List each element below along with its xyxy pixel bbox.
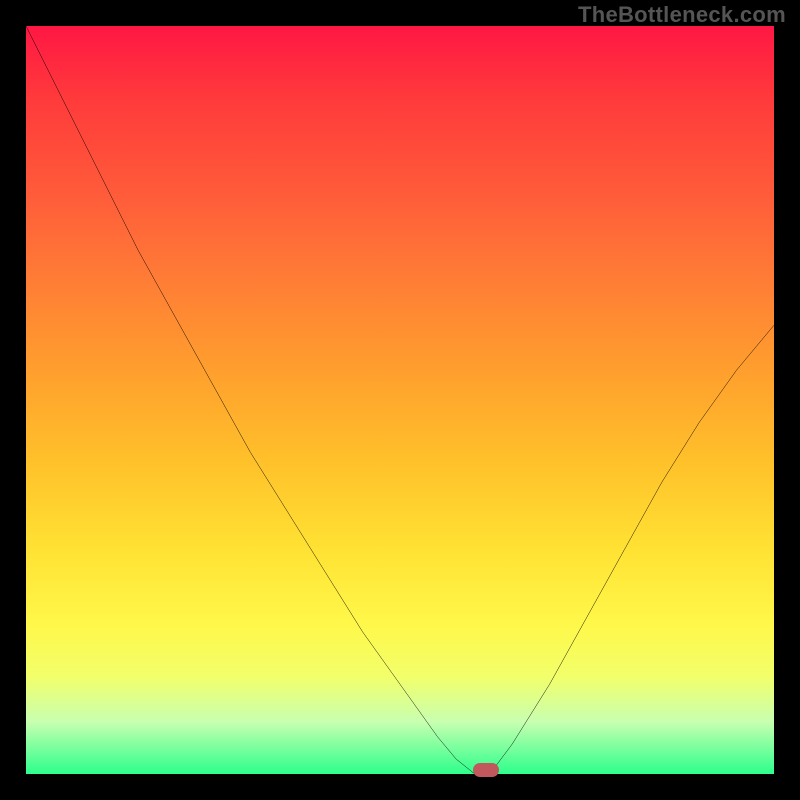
bottleneck-curve: [26, 26, 774, 774]
chart-frame: TheBottleneck.com: [0, 0, 800, 800]
optimal-marker: [473, 763, 499, 777]
watermark-text: TheBottleneck.com: [578, 2, 786, 28]
plot-area: [26, 26, 774, 774]
